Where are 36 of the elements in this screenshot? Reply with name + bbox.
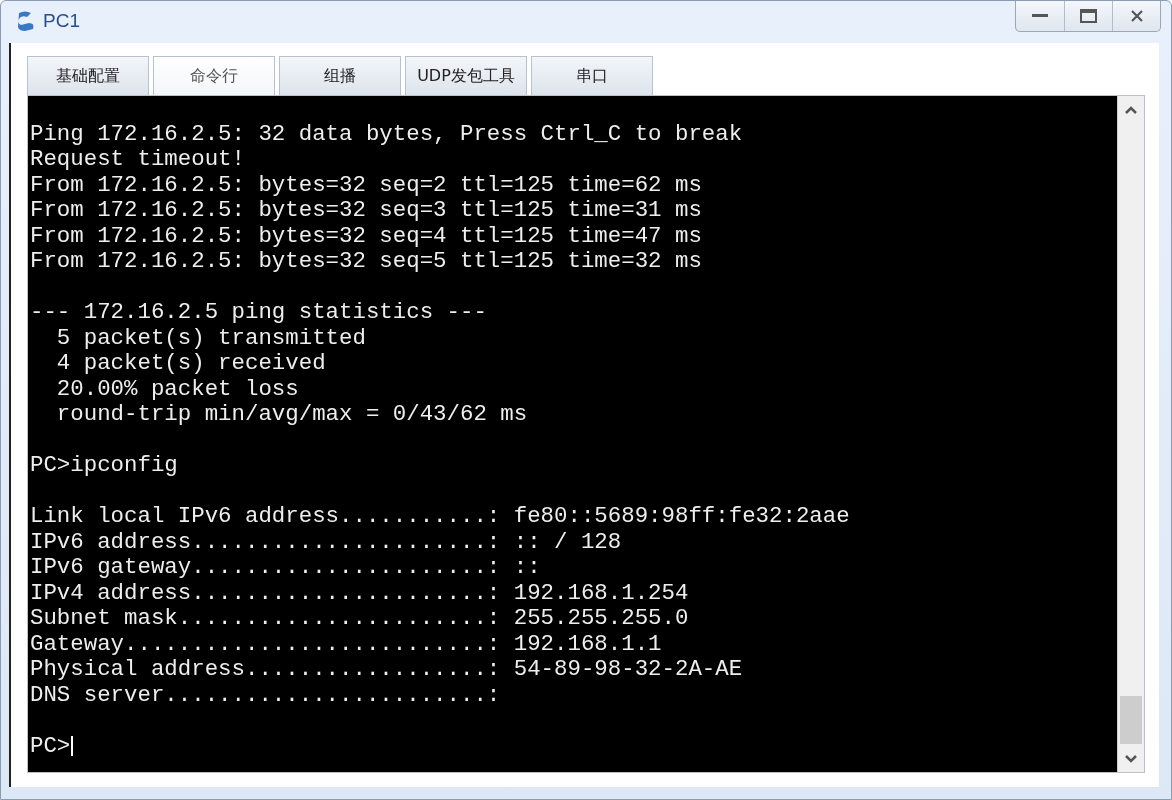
terminal-line: PC>ipconfig — [30, 453, 178, 479]
scroll-thumb[interactable] — [1120, 696, 1142, 744]
close-icon — [1129, 9, 1144, 23]
terminal-line: IPv4 address......................: 192.168.1.254 — [30, 580, 689, 606]
terminal-line: IPv6 address......................: :: / 128 — [30, 529, 622, 555]
terminal-console[interactable] — [28, 96, 1117, 772]
minimize-icon — [1032, 14, 1048, 18]
tab[interactable]: 命令行 — [153, 56, 275, 95]
terminal-line: From 172.16.2.5: bytes=32 seq=3 ttl=125 time=31 ms — [30, 198, 702, 224]
terminal-line: 5 packet(s) transmitted — [55, 325, 366, 351]
terminal-line: IPv6 gateway......................: :: — [30, 555, 541, 581]
terminal-line: Physical address..................: 54-89-98-32-2A-AE — [30, 657, 743, 683]
terminal-line: Request timeout! — [30, 147, 245, 173]
terminal-line: Gateway...........................: 192.168.1.1 — [30, 631, 662, 657]
scroll-up-icon — [1124, 105, 1138, 115]
terminal-line: round-trip min/avg/max = 0/43/62 ms — [55, 402, 528, 428]
terminal-line: 20.00% packet loss — [55, 376, 299, 402]
text-cursor — [71, 736, 74, 757]
terminal-line: From 172.16.2.5: bytes=32 seq=4 ttl=125 time=47 ms — [30, 223, 702, 249]
tab[interactable]: UDP发包工具 — [405, 56, 527, 95]
terminal-line: From 172.16.2.5: bytes=32 seq=5 ttl=125 time=32 ms — [30, 249, 702, 275]
terminal-line: Subnet mask.......................: 255.255.255.0 — [30, 606, 689, 632]
scrollbar[interactable] — [1117, 96, 1144, 772]
window-title: PC1 — [43, 10, 80, 32]
terminal-line: Ping 172.16.2.5: 32 data bytes, Press Ctrl_C to break — [30, 121, 743, 147]
terminal-line: --- 172.16.2.5 ping statistics --- — [30, 300, 487, 326]
tab[interactable]: 串口 — [531, 56, 653, 95]
terminal-line: From 172.16.2.5: bytes=32 seq=2 ttl=125 time=62 ms — [30, 172, 702, 198]
scroll-down-icon — [1124, 753, 1138, 763]
tab[interactable]: 基础配置 — [27, 56, 149, 95]
terminal-line: Link local IPv6 address...........: fe80::5689:98ff:fe32:2aae — [30, 504, 850, 530]
terminal-line: DNS server........................: — [30, 682, 501, 708]
tab[interactable]: 组播 — [279, 56, 401, 95]
terminal-prompt: PC> — [30, 733, 71, 759]
terminal-line: 4 packet(s) received — [55, 351, 326, 377]
maximize-icon — [1080, 9, 1097, 23]
